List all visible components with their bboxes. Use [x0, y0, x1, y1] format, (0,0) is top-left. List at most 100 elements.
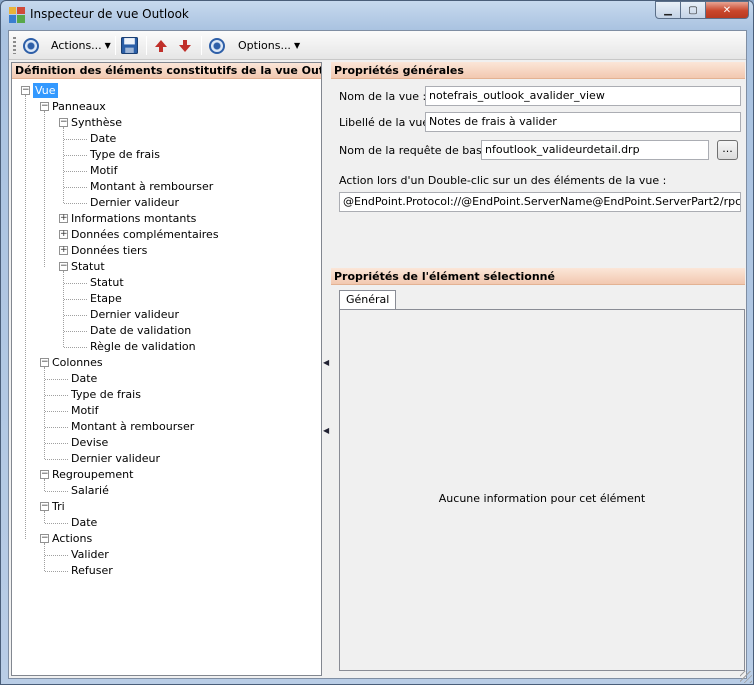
tree-node[interactable]: Date	[71, 371, 97, 386]
maximize-button[interactable]: ▢	[680, 1, 706, 19]
tree-connector	[45, 571, 68, 572]
tab-general-content: Aucune information pour cet élément	[339, 309, 745, 671]
view-name-field[interactable]: notefrais_outlook_avalider_view	[425, 86, 741, 106]
tree-expander-icon[interactable]: −	[21, 86, 30, 95]
tree-node[interactable]: Données tiers	[71, 243, 147, 258]
tree-node[interactable]: Colonnes	[52, 355, 103, 370]
tree-node[interactable]: Synthèse	[71, 115, 122, 130]
selected-element-header: Propriétés de l'élément sélectionné	[331, 268, 745, 285]
tree-expander-icon[interactable]: +	[59, 230, 68, 239]
tree-node[interactable]: Tri	[52, 499, 65, 514]
tree-node[interactable]: Date	[71, 515, 97, 530]
tree-panel: Définition des éléments constitutifs de …	[11, 62, 322, 676]
base-query-field[interactable]: nfoutlook_valideurdetail.drp	[481, 140, 709, 160]
toolbar-separator	[201, 36, 202, 55]
tree-node[interactable]: Statut	[90, 275, 124, 290]
tree-connector	[45, 555, 68, 556]
tree-connector	[64, 299, 87, 300]
tree-connector	[64, 283, 87, 284]
options-button[interactable]: Options... ▼	[209, 35, 300, 56]
tree-connector	[64, 347, 87, 348]
tree-connector	[63, 271, 64, 347]
tree-node[interactable]: Actions	[52, 531, 92, 546]
tree-connector	[64, 171, 87, 172]
resize-grip-icon[interactable]	[740, 671, 752, 683]
tree-node[interactable]: Montant à rembourser	[90, 179, 213, 194]
browse-button[interactable]: ...	[717, 140, 738, 160]
tree-connector	[64, 203, 87, 204]
tree-expander-icon[interactable]: −	[40, 102, 49, 111]
tree-node[interactable]: Panneaux	[52, 99, 106, 114]
chevron-down-icon: ▼	[293, 41, 301, 50]
tree-connector	[64, 187, 87, 188]
move-up-button[interactable]	[154, 35, 168, 56]
tree-node[interactable]: Salarié	[71, 483, 109, 498]
move-down-button[interactable]	[178, 35, 192, 56]
tree-expander-icon[interactable]: −	[40, 358, 49, 367]
collapse-left-icon[interactable]: ◀	[323, 426, 329, 436]
arrow-down-icon	[179, 39, 191, 52]
view-title-label: Libellé de la vue :	[339, 116, 437, 129]
properties-panel: Propriétés générales Nom de la vue : not…	[331, 62, 745, 676]
title-bar[interactable]: Inspecteur de vue Outlook ▁ ▢ ✕	[1, 1, 753, 29]
tree-node[interactable]: Motif	[71, 403, 98, 418]
tree-expander-icon[interactable]: +	[59, 214, 68, 223]
toolbar-separator	[146, 36, 147, 55]
double-click-action-label: Action lors d'un Double-clic sur un des …	[339, 174, 667, 187]
double-click-action-field[interactable]: @EndPoint.Protocol://@EndPoint.ServerNam…	[339, 192, 741, 212]
options-label: Options...	[238, 39, 291, 52]
client-area: Actions... ▼ Options... ▼ Définition des…	[8, 30, 747, 679]
view-title-field[interactable]: Notes de frais à valider	[425, 112, 741, 132]
tree-connector	[44, 479, 45, 491]
tree-node[interactable]: Type de frais	[90, 147, 160, 162]
collapse-left-icon[interactable]: ◀	[323, 358, 329, 368]
minimize-button[interactable]: ▁	[655, 1, 681, 19]
tree-node[interactable]: Date	[90, 131, 116, 146]
tree-connector	[64, 139, 87, 140]
tree-node[interactable]: Regroupement	[52, 467, 133, 482]
tree-node[interactable]: Données complémentaires	[71, 227, 219, 242]
tree-connector	[25, 95, 26, 539]
tree-node[interactable]: Motif	[90, 163, 117, 178]
tree-expander-icon[interactable]: −	[59, 262, 68, 271]
tree-node[interactable]: Etape	[90, 291, 122, 306]
tree-expander-icon[interactable]: −	[40, 534, 49, 543]
save-button[interactable]	[121, 35, 138, 56]
tree-connector	[45, 491, 68, 492]
tree-connector	[63, 127, 64, 203]
panel-splitter[interactable]: ◀ ◀	[322, 62, 330, 676]
empty-message: Aucune information pour cet élément	[438, 492, 646, 505]
tree-node[interactable]: Informations montants	[71, 211, 196, 226]
tree-expander-icon[interactable]: +	[59, 246, 68, 255]
close-button[interactable]: ✕	[705, 1, 749, 19]
tree-node[interactable]: Type de frais	[71, 387, 141, 402]
tree-node[interactable]: Valider	[71, 547, 109, 562]
tree-node[interactable]: Dernier valideur	[71, 451, 160, 466]
tree-connector	[45, 459, 68, 460]
tree-node[interactable]: Règle de validation	[90, 339, 196, 354]
tree-node[interactable]: Dernier valideur	[90, 307, 179, 322]
tree-connector	[45, 411, 68, 412]
actions-button[interactable]: Actions... ▼	[23, 35, 111, 56]
tree-node[interactable]: Refuser	[71, 563, 113, 578]
tree-node[interactable]: Vue	[33, 83, 58, 98]
tree-connector	[44, 511, 45, 523]
actions-label: Actions...	[51, 39, 102, 52]
window-title: Inspecteur de vue Outlook	[30, 7, 189, 21]
tree-node[interactable]: Dernier valideur	[90, 195, 179, 210]
tree-node[interactable]: Devise	[71, 435, 108, 450]
tree-expander-icon[interactable]: −	[40, 470, 49, 479]
tree-connector	[45, 523, 68, 524]
tree-expander-icon[interactable]: −	[59, 118, 68, 127]
tree-connector	[44, 111, 45, 267]
tree-connector	[64, 331, 87, 332]
tree-header: Définition des éléments constitutifs de …	[12, 63, 321, 79]
tree-node[interactable]: Statut	[71, 259, 105, 274]
toolbar-grip-icon[interactable]	[13, 37, 16, 54]
tree-node[interactable]: Montant à rembourser	[71, 419, 194, 434]
tab-general[interactable]: Général	[339, 290, 397, 310]
tree-expander-icon[interactable]: −	[40, 502, 49, 511]
chevron-down-icon: ▼	[104, 41, 111, 50]
arrow-up-icon	[155, 39, 167, 52]
tree-node[interactable]: Date de validation	[90, 323, 191, 338]
